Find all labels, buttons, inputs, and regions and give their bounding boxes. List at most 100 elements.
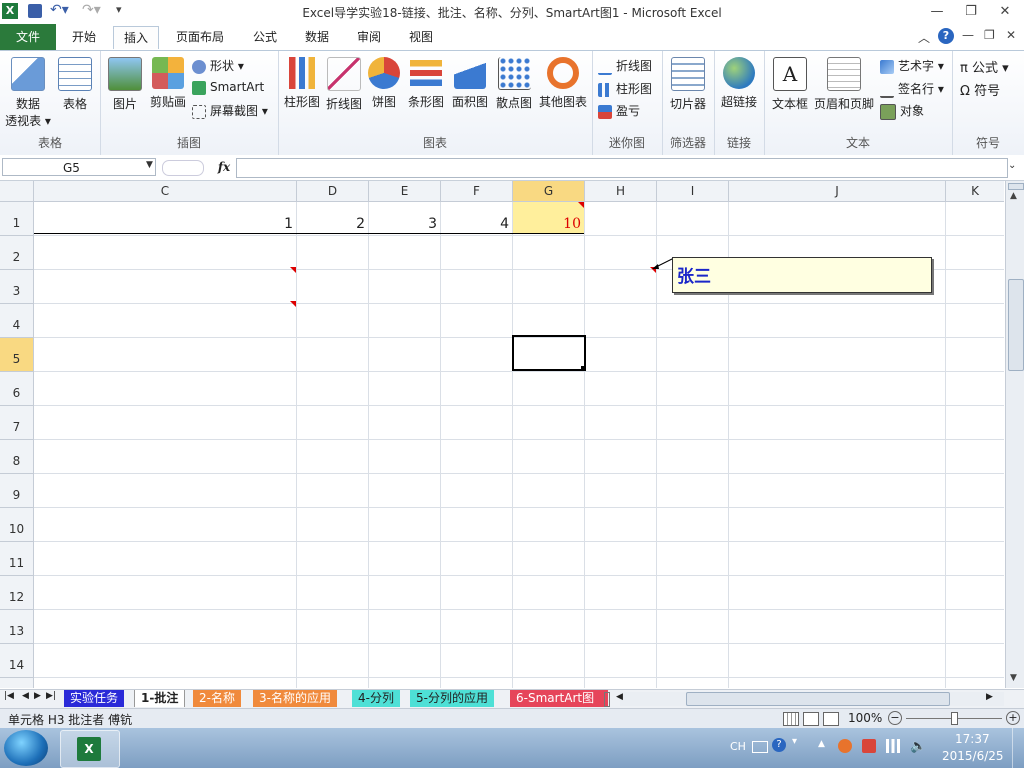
- page-layout-view-icon[interactable]: [803, 712, 819, 726]
- formula-bar-handle[interactable]: [162, 160, 204, 176]
- sheet-nav-next-icon[interactable]: ▶: [34, 691, 41, 701]
- tray-app-icon[interactable]: [838, 739, 852, 753]
- scroll-down-icon[interactable]: ▼: [1010, 673, 1017, 683]
- cell-c1[interactable]: 1: [34, 202, 296, 235]
- wordart-button[interactable]: 艺术字 ▾: [880, 57, 944, 74]
- sheet-nav-first-icon[interactable]: |◀: [4, 691, 14, 701]
- scatter-chart-button[interactable]: 散点图: [492, 57, 536, 111]
- row-header[interactable]: 2: [0, 236, 33, 270]
- row-header[interactable]: 14: [0, 644, 33, 678]
- ribbon-minimize-icon[interactable]: ︿: [918, 29, 930, 46]
- volume-icon[interactable]: 🔈: [910, 739, 926, 754]
- column-header-d[interactable]: D: [297, 181, 369, 201]
- column-header-c[interactable]: C: [34, 181, 297, 201]
- column-chart-button[interactable]: 柱形图: [282, 57, 322, 110]
- ime-help-icon[interactable]: ?: [772, 738, 786, 752]
- column-header-k[interactable]: K: [946, 181, 1004, 201]
- column-header-i[interactable]: I: [657, 181, 729, 201]
- name-box[interactable]: G5: [2, 158, 156, 176]
- page-break-view-icon[interactable]: [823, 712, 839, 726]
- table-button[interactable]: 表格: [54, 57, 96, 112]
- tab-insert[interactable]: 插入: [113, 26, 160, 49]
- bar-chart-button[interactable]: 条形图: [404, 57, 448, 110]
- row-header[interactable]: 8: [0, 440, 33, 474]
- row-header[interactable]: 12: [0, 576, 33, 610]
- zoom-in-icon[interactable]: +: [1006, 711, 1020, 725]
- pie-chart-button[interactable]: 饼图: [366, 57, 402, 110]
- comment-box[interactable]: 张三: [672, 257, 932, 293]
- sheet-tab-comments[interactable]: 1-批注: [134, 690, 186, 707]
- row-header[interactable]: 6: [0, 372, 33, 406]
- sparkline-winloss-button[interactable]: 盈亏: [598, 102, 640, 119]
- help-icon[interactable]: ?: [938, 28, 954, 44]
- tab-review[interactable]: 审阅: [347, 26, 391, 48]
- tab-file[interactable]: 文件: [0, 24, 56, 50]
- language-indicator[interactable]: CH: [730, 740, 746, 753]
- zoom-slider-thumb[interactable]: [951, 712, 958, 725]
- workbook-minimize-icon[interactable]: —: [962, 28, 974, 42]
- normal-view-icon[interactable]: [783, 712, 799, 726]
- sheet-tab-names-usage[interactable]: 3-名称的应用: [253, 690, 337, 707]
- vertical-scrollbar[interactable]: ▲ ▼: [1005, 181, 1024, 688]
- tab-home[interactable]: 开始: [62, 26, 106, 48]
- pivot-table-button[interactable]: 数据 透视表 ▾: [2, 57, 54, 129]
- scroll-right-icon[interactable]: ▶: [986, 692, 993, 702]
- workbook-close-icon[interactable]: ✕: [1006, 28, 1016, 42]
- tab-view[interactable]: 视图: [399, 26, 443, 48]
- start-button-icon[interactable]: [4, 730, 48, 766]
- column-header-f[interactable]: F: [441, 181, 513, 201]
- row-header[interactable]: 10: [0, 508, 33, 542]
- sheet-nav-prev-icon[interactable]: ◀: [22, 691, 29, 701]
- textbox-button[interactable]: A 文本框: [768, 57, 812, 112]
- keyboard-icon[interactable]: [752, 741, 768, 753]
- sheet-nav-last-icon[interactable]: ▶|: [46, 691, 56, 701]
- workbook-restore-icon[interactable]: ❐: [984, 28, 995, 42]
- row-header[interactable]: 1: [0, 202, 33, 236]
- tab-split-handle[interactable]: [604, 692, 610, 707]
- zoom-out-icon[interactable]: −: [888, 711, 902, 725]
- shapes-button[interactable]: 形状 ▾: [192, 57, 244, 74]
- column-header-e[interactable]: E: [369, 181, 441, 201]
- formula-expand-icon[interactable]: ⌄: [1008, 160, 1016, 171]
- vertical-scroll-thumb[interactable]: [1008, 279, 1024, 371]
- sheet-tab-smartart[interactable]: 6-SmartArt图: [510, 690, 608, 707]
- header-footer-button[interactable]: 页眉和页脚: [812, 57, 876, 112]
- equation-button[interactable]: π 公式 ▾: [960, 57, 1009, 76]
- split-box[interactable]: [1008, 183, 1024, 190]
- smartart-button[interactable]: SmartArt: [192, 80, 264, 95]
- scroll-up-icon[interactable]: ▲: [1010, 191, 1017, 201]
- picture-button[interactable]: 图片: [104, 57, 146, 112]
- row-header[interactable]: 9: [0, 474, 33, 508]
- scroll-left-icon[interactable]: ◀: [616, 692, 623, 702]
- zoom-level[interactable]: 100%: [848, 711, 882, 725]
- horizontal-scroll-thumb[interactable]: [686, 692, 950, 706]
- close-button[interactable]: ✕: [992, 2, 1018, 22]
- tray-expand-icon[interactable]: ▲: [818, 739, 825, 749]
- screenshot-button[interactable]: 屏幕截图 ▾: [192, 102, 268, 119]
- horizontal-scrollbar[interactable]: ◀ ▶: [616, 692, 1004, 706]
- select-all-corner[interactable]: [0, 181, 34, 201]
- slicer-button[interactable]: 切片器: [666, 57, 710, 112]
- sheet-tab-split[interactable]: 4-分列: [352, 690, 400, 707]
- show-desktop-button[interactable]: [1012, 728, 1024, 768]
- restore-button[interactable]: ❐: [958, 2, 984, 22]
- clock-date[interactable]: 2015/6/25: [942, 749, 1004, 763]
- row-header[interactable]: 13: [0, 610, 33, 644]
- formula-input[interactable]: [236, 158, 1008, 178]
- name-box-dropdown-icon[interactable]: ▼: [146, 160, 153, 170]
- hyperlink-button[interactable]: 超链接: [716, 57, 762, 110]
- row-header[interactable]: 3: [0, 270, 33, 304]
- cell-f1[interactable]: 4: [441, 202, 512, 235]
- active-cell-g5[interactable]: [512, 335, 586, 371]
- column-header-h[interactable]: H: [585, 181, 657, 201]
- clipart-button[interactable]: 剪贴画: [146, 57, 190, 110]
- column-header-j[interactable]: J: [729, 181, 946, 201]
- line-chart-button[interactable]: 折线图: [324, 57, 364, 112]
- symbol-button[interactable]: Ω 符号: [960, 80, 1000, 99]
- object-button[interactable]: 对象: [880, 102, 924, 120]
- sheet-tab-tasks[interactable]: 实验任务: [64, 690, 125, 707]
- insert-function-icon[interactable]: fx: [212, 158, 236, 176]
- ime-options-icon[interactable]: ▾: [792, 736, 797, 747]
- fill-handle[interactable]: [581, 366, 586, 371]
- tab-data[interactable]: 数据: [295, 26, 339, 48]
